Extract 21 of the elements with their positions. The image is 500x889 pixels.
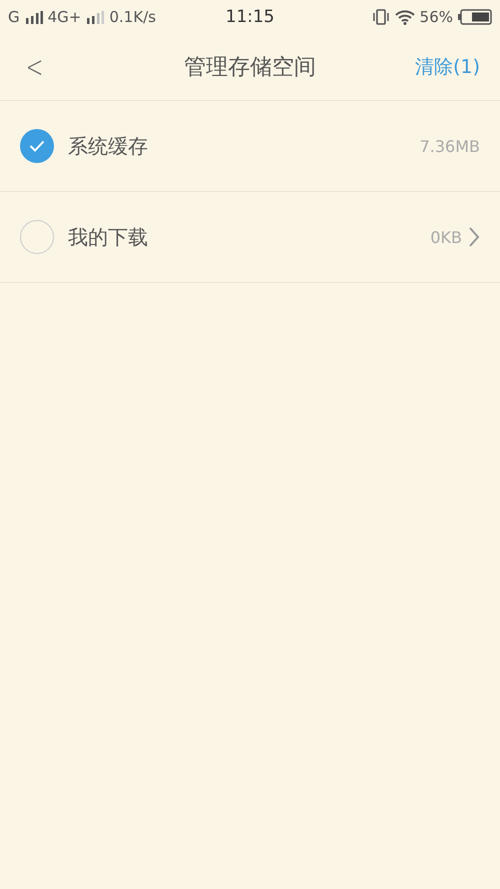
back-button[interactable]: < (22, 50, 48, 84)
item-size: 0KB (430, 228, 462, 246)
network-type: G (8, 8, 20, 26)
vibrate-icon (372, 9, 390, 25)
checkbox[interactable] (20, 129, 54, 163)
network-speed: 0.1K/s (109, 8, 156, 26)
check-icon (29, 140, 45, 152)
wifi-icon (394, 10, 415, 24)
item-label: 我的下载 (68, 224, 148, 250)
clear-button[interactable]: 清除(1) (415, 54, 480, 80)
page-title: 管理存储空间 (184, 54, 316, 82)
chevron-right-icon[interactable] (468, 226, 480, 248)
item-size: 7.36MB (420, 136, 480, 156)
signal-icon (24, 10, 43, 24)
item-label: 系统缓存 (68, 132, 148, 160)
battery-percent: 56% (420, 8, 453, 26)
network-type: 4G+ (48, 8, 82, 26)
signal-icon (86, 10, 104, 24)
checkbox[interactable] (20, 220, 54, 254)
battery-icon (458, 9, 492, 25)
clock: 11:15 (226, 7, 274, 27)
